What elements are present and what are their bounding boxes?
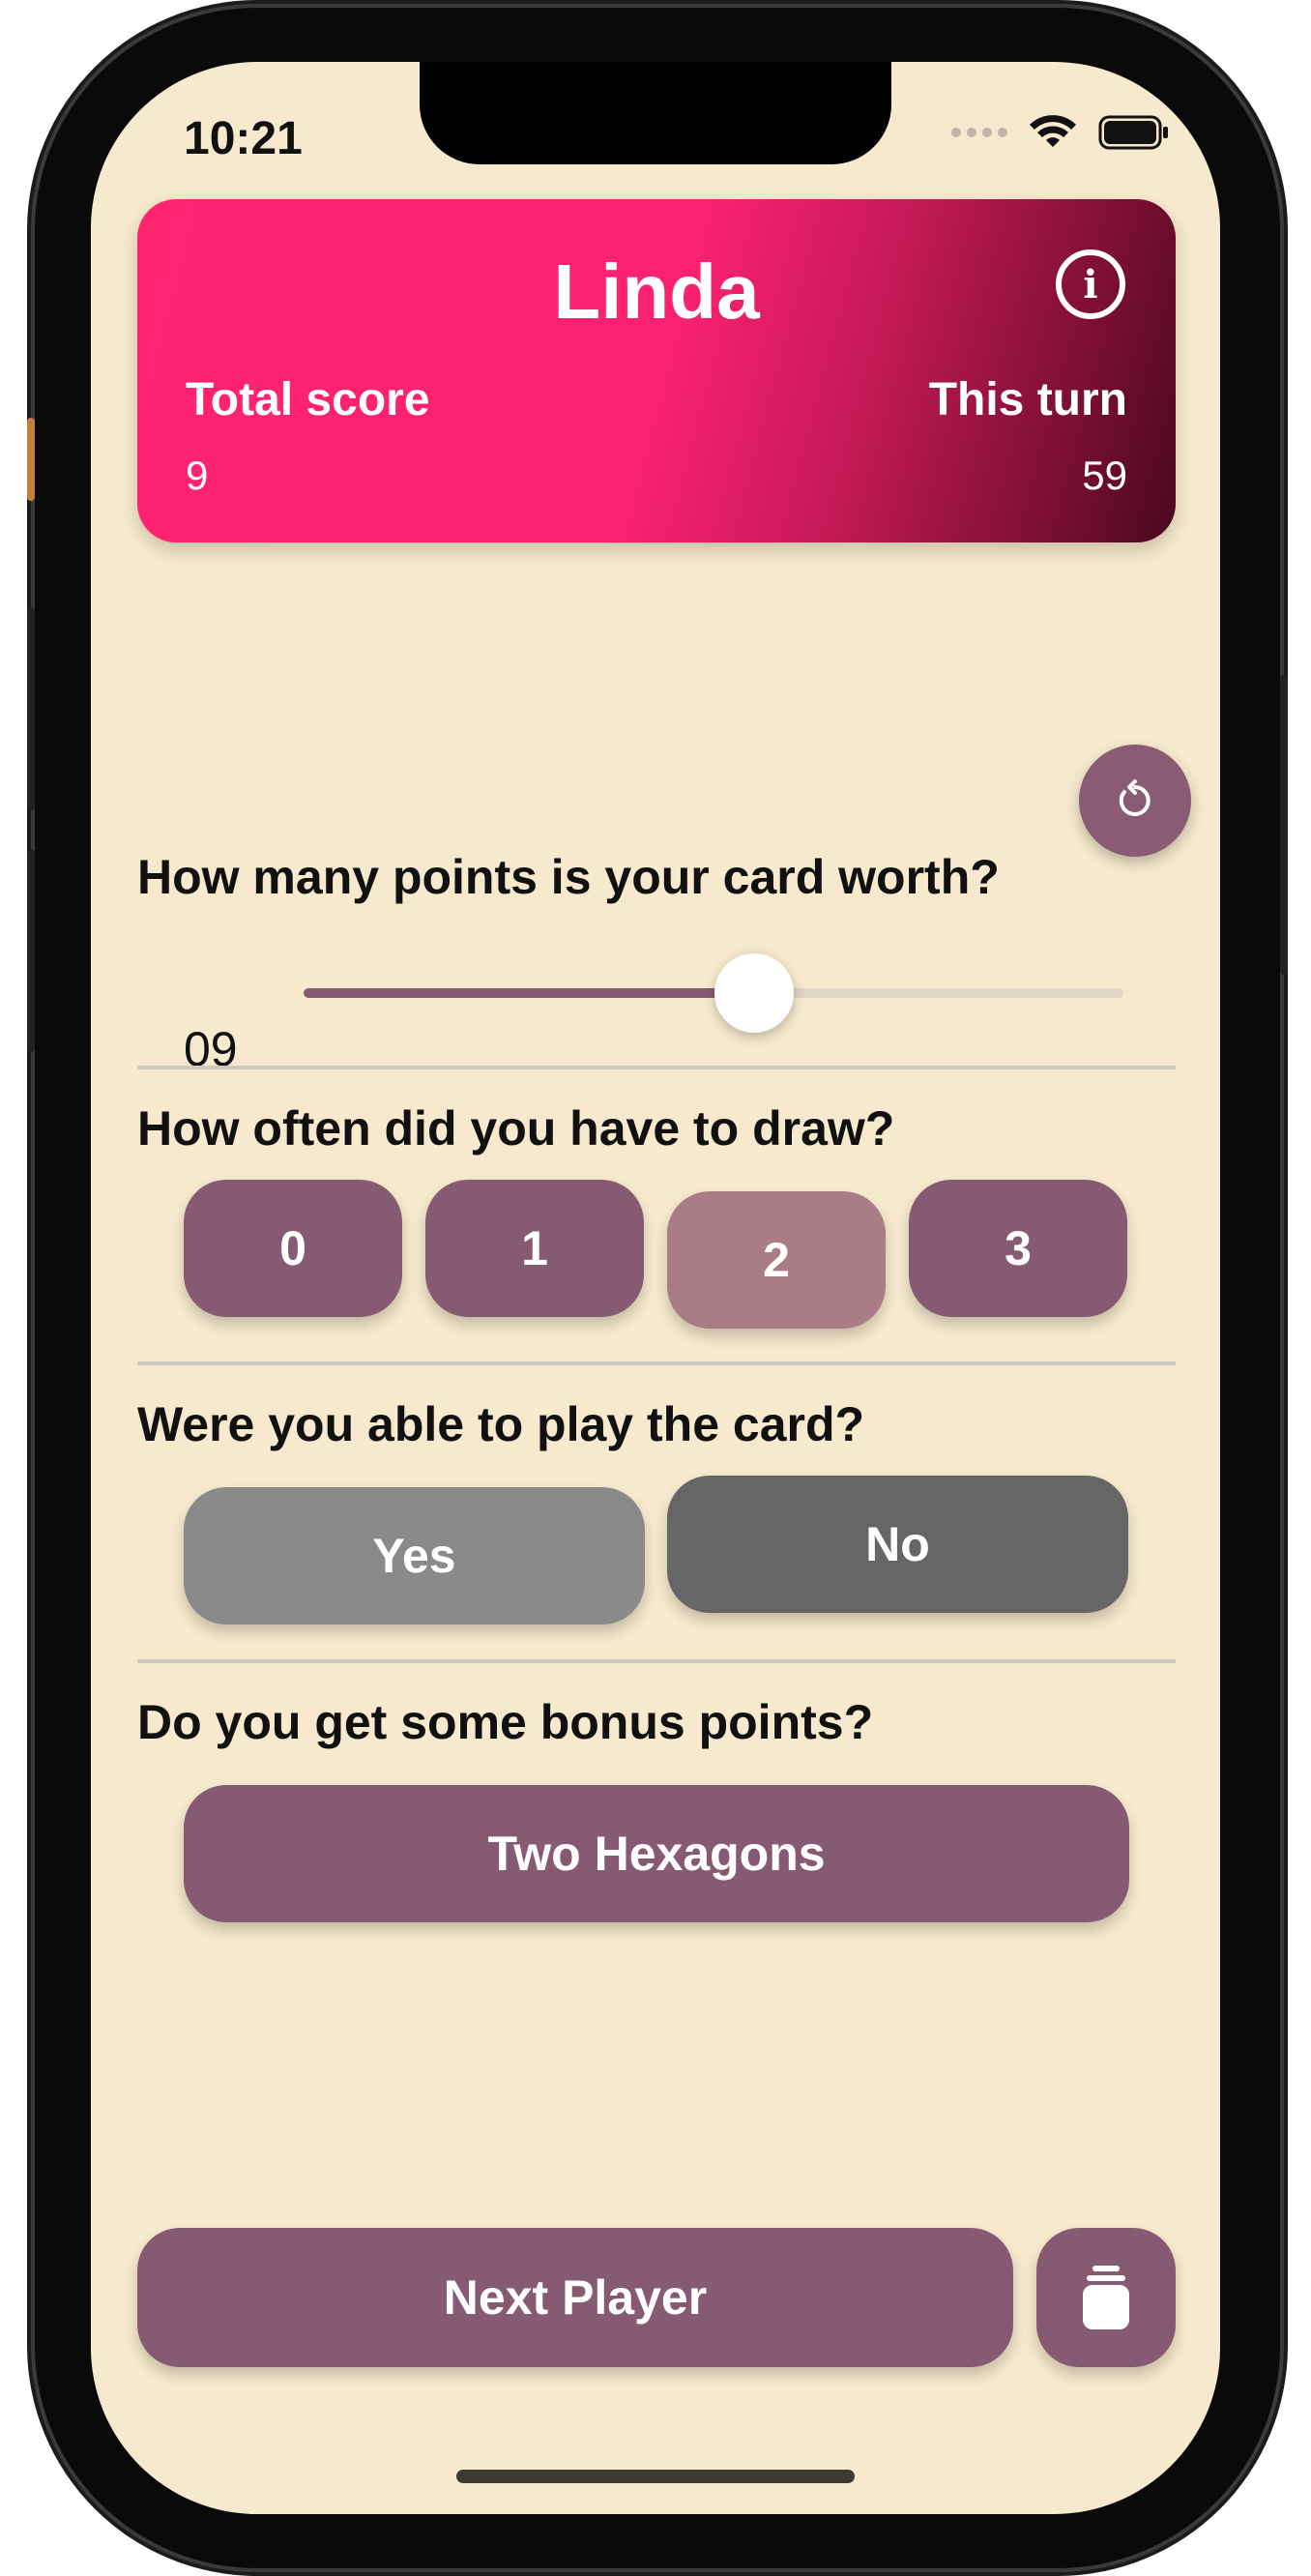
next-player-button[interactable]: Next Player (137, 2228, 1013, 2367)
draw-option-1[interactable]: 1 (425, 1180, 644, 1317)
divider (137, 1066, 1176, 1069)
divider (137, 1361, 1176, 1365)
card-points-question: How many points is your card worth? (137, 850, 1000, 904)
player-name: Linda (553, 249, 760, 335)
card-stack-button[interactable] (1036, 2228, 1176, 2367)
notch (420, 62, 891, 164)
wifi-icon (1030, 115, 1076, 147)
this-turn-value: 59 (1082, 453, 1127, 498)
bonus-question: Do you get some bonus points? (137, 1695, 874, 1749)
card-points-slider[interactable] (304, 953, 1123, 1033)
no-button[interactable]: No (667, 1476, 1128, 1613)
battery-icon (1098, 115, 1168, 150)
status-time: 10:21 (184, 113, 303, 164)
total-score-value: 9 (186, 453, 209, 498)
play-question: Were you able to play the card? (137, 1397, 865, 1451)
status-icons (951, 114, 1170, 151)
info-icon[interactable]: i (1056, 249, 1125, 319)
draw-option-2[interactable]: 2 (667, 1191, 886, 1329)
side-button (1280, 675, 1288, 975)
home-indicator (456, 2470, 855, 2483)
undo-button[interactable] (1079, 745, 1191, 857)
slider-thumb[interactable] (714, 953, 795, 1033)
ring-switch (27, 418, 35, 501)
bonus-button[interactable]: Two Hexagons (184, 1785, 1129, 1922)
undo-icon (1119, 779, 1151, 816)
divider (137, 1659, 1176, 1663)
cellular-signal-icon (951, 128, 1007, 137)
draw-question: How often did you have to draw? (137, 1101, 895, 1156)
this-turn-label: This turn (928, 374, 1127, 425)
card-stack-icon (1083, 2266, 1129, 2329)
volume-down-button (27, 849, 35, 1052)
slider-fill (304, 988, 755, 998)
draw-option-0[interactable]: 0 (184, 1180, 402, 1317)
player-header: Linda i Total score 9 This turn 59 (137, 199, 1176, 542)
yes-button[interactable]: Yes (184, 1487, 645, 1625)
total-score-label: Total score (186, 374, 430, 425)
app-screen: 10:21 Linda i Total score 9 This turn 59… (91, 62, 1220, 2514)
draw-option-3[interactable]: 3 (909, 1180, 1127, 1317)
volume-up-button (27, 607, 35, 810)
